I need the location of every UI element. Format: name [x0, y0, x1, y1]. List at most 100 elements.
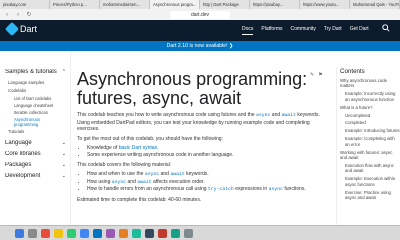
chevron-down-icon: ⌄	[61, 162, 66, 168]
search-icon[interactable]	[382, 24, 390, 32]
edit-icon[interactable]: ✎	[310, 72, 314, 78]
app-icon[interactable]	[106, 228, 115, 238]
inline-code: async	[111, 179, 127, 185]
toc-item[interactable]: Execution flow with async and await	[340, 163, 400, 174]
inline-code: await	[281, 113, 296, 118]
app-icon[interactable]	[158, 228, 167, 238]
browser-window: pixabay.com Pieces/Python p... mohammeda…	[0, 0, 400, 240]
browser-tab[interactable]: https://www.youtu...	[300, 0, 350, 9]
sidebar-section-development[interactable]: Development ⌄	[5, 173, 70, 179]
toc-item[interactable]: What is a future?	[340, 105, 400, 110]
toc-item[interactable]: Example: Incorrectly using an asynchrono…	[340, 91, 400, 102]
nav-try-dart[interactable]: Try Dart	[324, 26, 342, 35]
list-item: Some experience writing asynchronous cod…	[87, 152, 330, 159]
vscode-icon[interactable]	[93, 228, 102, 238]
text: functions.	[282, 186, 306, 193]
text: .	[157, 145, 159, 152]
sidebar-section-packages[interactable]: Packages ⌄	[5, 162, 70, 168]
text: How and when to use the	[87, 171, 145, 178]
docs-sidebar: Samples & tutorials ⌃ Language samples Co…	[0, 51, 71, 225]
inline-code: try-catch	[207, 187, 234, 193]
toc-item[interactable]: Exercise: Practice using async and await	[340, 190, 400, 201]
sidebar-item-codelab-list[interactable]: List of Dart codelabs	[5, 96, 70, 101]
page-actions: ✎ ⚑	[310, 72, 323, 78]
release-banner[interactable]: Dart 2.10 is now available! ❯	[0, 41, 400, 51]
sidebar-item-cheatsheet[interactable]: Language cheatsheet	[5, 103, 70, 108]
text: affects execution order.	[151, 178, 205, 185]
nav-community[interactable]: Community	[291, 26, 316, 35]
nav-docs[interactable]: Docs	[242, 26, 254, 35]
notes-icon[interactable]	[54, 228, 63, 238]
chevron-down-icon: ⌄	[61, 173, 66, 179]
covers-list: How and when to use the async and await …	[77, 171, 330, 194]
app-icon[interactable]	[41, 228, 50, 238]
reload-icon[interactable]: ↻	[25, 11, 33, 19]
sidebar-section-core-libraries[interactable]: Core libraries ⌄	[5, 151, 70, 157]
chrome-icon[interactable]	[80, 228, 89, 238]
list-item: How using async and await affects execut…	[87, 179, 330, 187]
estimate-text: Estimated time to complete this codelab:…	[77, 196, 202, 203]
sidebar-item-codelabs[interactable]: Codelabs	[5, 88, 70, 93]
back-icon[interactable]: ‹	[3, 11, 11, 19]
sidebar-label: Packages	[5, 162, 32, 168]
page-title: Asynchronous programming: futures, async…	[77, 69, 308, 108]
tab-strip: pixabay.com Pieces/Python p... mohammeda…	[0, 0, 400, 9]
inline-code: await	[170, 172, 185, 178]
basic-syntax-link[interactable]: basic Dart syntax	[119, 145, 157, 151]
sidebar-label: Language	[5, 140, 32, 146]
app-icon[interactable]	[67, 228, 76, 238]
app-icon[interactable]	[119, 228, 128, 238]
dart-logo[interactable]: Dart	[4, 21, 38, 37]
table-of-contents: Contents Why asynchronous code matters E…	[336, 68, 400, 228]
url-field[interactable]: dart.dev	[170, 10, 230, 19]
article-content: Asynchronous programming: futures, async…	[77, 51, 330, 225]
toc-item[interactable]: Example: Introducing futures	[340, 128, 400, 133]
nav-platforms[interactable]: Platforms	[261, 26, 282, 35]
logo-text: Dart	[20, 24, 38, 34]
browser-chrome: pixabay.com Pieces/Python p... mohammeda…	[0, 0, 400, 20]
prereq-intro: To get the most out of this codelab, you…	[77, 135, 223, 142]
toc-item[interactable]: Working with futures: async and await	[340, 150, 400, 161]
sidebar-label: Development	[5, 173, 41, 179]
sidebar-item-language-samples[interactable]: Language samples	[5, 80, 70, 85]
toc-item[interactable]: Example: Execution within async function…	[340, 176, 400, 187]
sidebar-label: Core libraries	[5, 151, 41, 157]
toc-item[interactable]: Completed	[340, 120, 400, 125]
sidebar-label: Samples & tutorials	[5, 69, 57, 75]
forward-icon[interactable]: ›	[14, 11, 22, 19]
toc-item[interactable]: Why asynchronous code matters	[340, 78, 400, 89]
chevron-down-icon: ⌄	[61, 151, 66, 157]
text: How to handle errors from an asynchronou…	[87, 186, 208, 193]
browser-tab[interactable]: mohammedaimen...	[100, 0, 150, 9]
app-icon[interactable]	[171, 228, 180, 238]
launchpad-icon[interactable]	[28, 228, 37, 238]
inline-code: async	[268, 187, 283, 193]
text: How using	[87, 178, 112, 185]
nav-get-dart[interactable]: Get Dart	[350, 26, 369, 35]
chevron-up-icon: ⌃	[61, 69, 66, 75]
toc-item[interactable]: Uncompleted	[340, 113, 400, 118]
text: expressions in	[233, 186, 269, 193]
prereq-list: Knowledge of basic Dart syntax. Some exp…	[77, 145, 330, 158]
text: Knowledge of	[87, 145, 119, 152]
list-item: Knowledge of basic Dart syntax.	[87, 145, 330, 152]
sidebar-item-async-selected[interactable]: Asynchronous programming	[5, 117, 53, 127]
settings-icon[interactable]	[184, 228, 193, 238]
browser-tab[interactable]: https://pixabay...	[250, 0, 300, 9]
toc-item[interactable]: Example: Completing with an error	[340, 136, 400, 147]
browser-tab[interactable]: pixabay.com	[0, 0, 50, 9]
terminal-icon[interactable]	[145, 228, 154, 238]
sidebar-item-tutorials[interactable]: Tutorials	[5, 129, 70, 134]
browser-tab[interactable]: Muhammad Qais - YouTu...	[350, 0, 400, 9]
browser-tab[interactable]: Pieces/Python p...	[50, 0, 100, 9]
toc-heading: Contents	[340, 68, 365, 75]
app-icon[interactable]	[132, 228, 141, 238]
sidebar-section-samples[interactable]: Samples & tutorials ⌃	[5, 69, 70, 75]
finder-icon[interactable]	[15, 228, 24, 238]
top-navigation: Docs Platforms Community Try Dart Get Da…	[242, 26, 369, 35]
browser-tab[interactable]: http | Dart Package	[200, 0, 250, 9]
sidebar-section-language[interactable]: Language ⌄	[5, 140, 70, 146]
sidebar-item-iterable[interactable]: Iterable collections	[5, 110, 70, 115]
bug-report-icon[interactable]: ⚑	[318, 72, 322, 78]
browser-tab-active[interactable]: Asynchronous progra...	[150, 0, 200, 9]
